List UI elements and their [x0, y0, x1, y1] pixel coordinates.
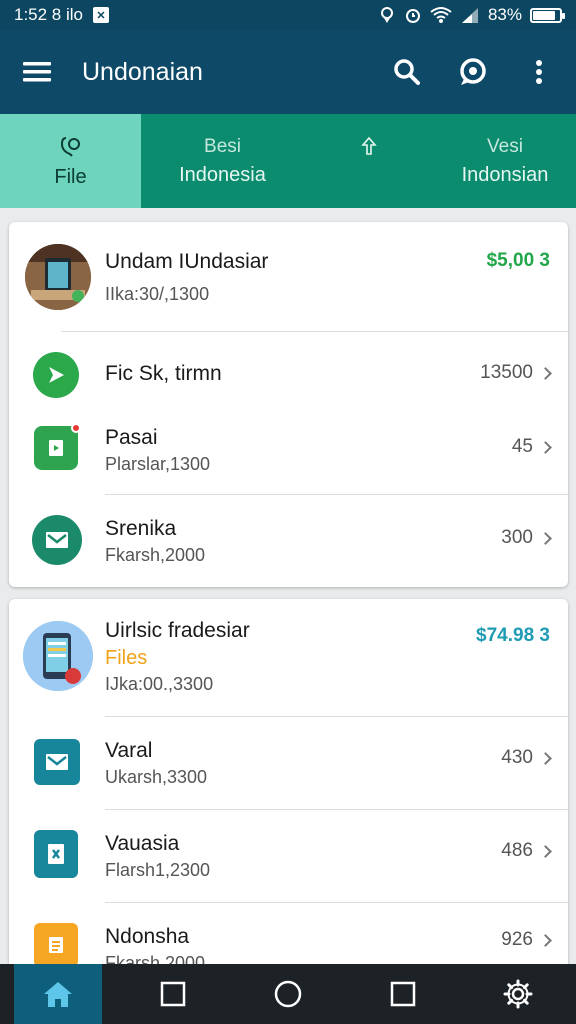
search-icon — [394, 59, 420, 85]
list-item[interactable]: Varal Ukarsh,3300 430 — [9, 717, 568, 809]
item-value: 300 — [501, 527, 552, 549]
tab-indonsian-top: Vesi — [487, 135, 523, 157]
nav-home[interactable] — [13, 964, 102, 1024]
send-icon — [33, 352, 79, 398]
card2-subtitle: IJka:00.,3300 — [105, 674, 214, 694]
item-name: Varal — [105, 739, 153, 762]
list-item[interactable]: Srenika Fkarsh,2000 300 — [9, 495, 568, 587]
item-name: Srenika — [105, 517, 177, 540]
nav-recent[interactable] — [129, 964, 217, 1024]
battery-percent: 83% — [487, 5, 522, 24]
account-card-2: Uirlsic fradesiar Files IJka:00.,3300 $7… — [9, 599, 568, 969]
card2-tag: Files — [105, 647, 148, 669]
notification-icon: ✕ — [93, 7, 109, 23]
item-subtitle: Plarslar,1300 — [105, 454, 211, 474]
tab-bar: File Besi Indonesia Vesi Indonsian — [0, 114, 576, 208]
upload-tab-icon — [361, 136, 377, 155]
search-button[interactable] — [392, 57, 422, 87]
tab-indonesia[interactable]: Besi Indonesia — [141, 114, 304, 208]
status-bar: 1:52 8 ilo ✕ 83% — [0, 0, 576, 30]
gear-icon — [503, 979, 533, 1009]
account-card-1: Undam IUndasiar IIka:30/,1300 $5,00 3 Fi… — [9, 222, 568, 587]
tab-indonesia-label: Indonesia — [179, 163, 266, 186]
item-subtitle: Ukarsh,3300 — [105, 767, 208, 787]
item-name: Fic Sk, tirmn — [105, 362, 222, 385]
item-name: Pasai — [105, 426, 158, 449]
hamburger-icon — [23, 62, 51, 82]
menu-button[interactable] — [22, 57, 52, 87]
tab-upload[interactable] — [304, 114, 434, 208]
more-options-button[interactable] — [524, 57, 554, 87]
chevron-right-icon — [539, 366, 552, 380]
item-name: Ndonsha — [105, 925, 190, 948]
item-subtitle: Fkarsh,2000 — [105, 545, 206, 565]
item-value: 430 — [501, 747, 552, 769]
item-value: 486 — [501, 840, 552, 862]
document-icon — [34, 423, 81, 470]
tab-file-label: File — [54, 165, 87, 188]
card1-title: Undam IUndasiar — [105, 250, 269, 273]
signal-icon — [461, 8, 478, 23]
alarm-icon — [405, 9, 420, 23]
list-item[interactable]: Fic Sk, tirmn 13500 — [9, 332, 568, 412]
bottom-nav — [0, 964, 576, 1024]
card1-subtitle: IIka:30/,1300 — [105, 284, 210, 304]
file-icon — [34, 830, 78, 878]
battery-icon — [530, 7, 565, 23]
notes-icon — [34, 923, 78, 967]
chevron-right-icon — [539, 933, 552, 947]
card2-title: Uirlsic fradesiar — [105, 619, 250, 642]
app-bar: Undonaian — [0, 30, 576, 114]
chevron-right-icon — [539, 844, 552, 858]
nav-settings[interactable] — [474, 964, 562, 1024]
list-item[interactable]: Pasai Plarslar,1300 45 — [9, 412, 568, 494]
item-subtitle: Flarsh1,2300 — [105, 860, 211, 880]
nav-overview[interactable] — [359, 964, 447, 1024]
nav-home-circle[interactable] — [244, 964, 332, 1024]
square-icon — [390, 981, 416, 1007]
tab-indonesia-top: Besi — [204, 135, 241, 157]
card-header-1[interactable]: Undam IUndasiar IIka:30/,1300 $5,00 3 — [9, 222, 568, 332]
card-header-2[interactable]: Uirlsic fradesiar Files IJka:00.,3300 $7… — [9, 599, 568, 716]
card2-amount: $74.98 3 — [476, 625, 550, 646]
status-time: 1:52 8 ilo — [14, 5, 83, 24]
item-value: 45 — [512, 436, 552, 458]
chevron-right-icon — [539, 531, 552, 545]
chat-icon — [460, 58, 486, 85]
tab-file[interactable]: File — [0, 114, 141, 208]
more-vert-icon — [536, 60, 542, 84]
list-item[interactable]: Ndonsha Fkarsh,2000 926 — [9, 903, 568, 969]
card1-amount: $5,00 3 — [486, 250, 550, 271]
list-item[interactable]: Vauasia Flarsh1,2300 486 — [9, 810, 568, 902]
wifi-icon — [430, 7, 452, 23]
mail-icon — [34, 739, 80, 785]
mail-icon — [32, 515, 82, 565]
chevron-right-icon — [539, 751, 552, 765]
file-tab-icon — [60, 136, 80, 157]
item-value: 13500 — [480, 362, 552, 384]
square-icon — [160, 981, 186, 1007]
app-title: Undonaian — [82, 57, 203, 86]
tab-indonsian[interactable]: Vesi Indonsian — [434, 114, 576, 208]
tab-indonsian-label: Indonsian — [461, 163, 549, 186]
location-icon — [380, 7, 393, 23]
home-icon — [43, 982, 72, 1007]
chevron-right-icon — [539, 440, 552, 454]
chat-button[interactable] — [458, 57, 488, 87]
item-value: 926 — [501, 929, 552, 951]
item-name: Vauasia — [105, 832, 180, 855]
circle-icon — [274, 980, 302, 1008]
store-avatar — [25, 244, 91, 310]
phone-avatar — [23, 621, 93, 691]
